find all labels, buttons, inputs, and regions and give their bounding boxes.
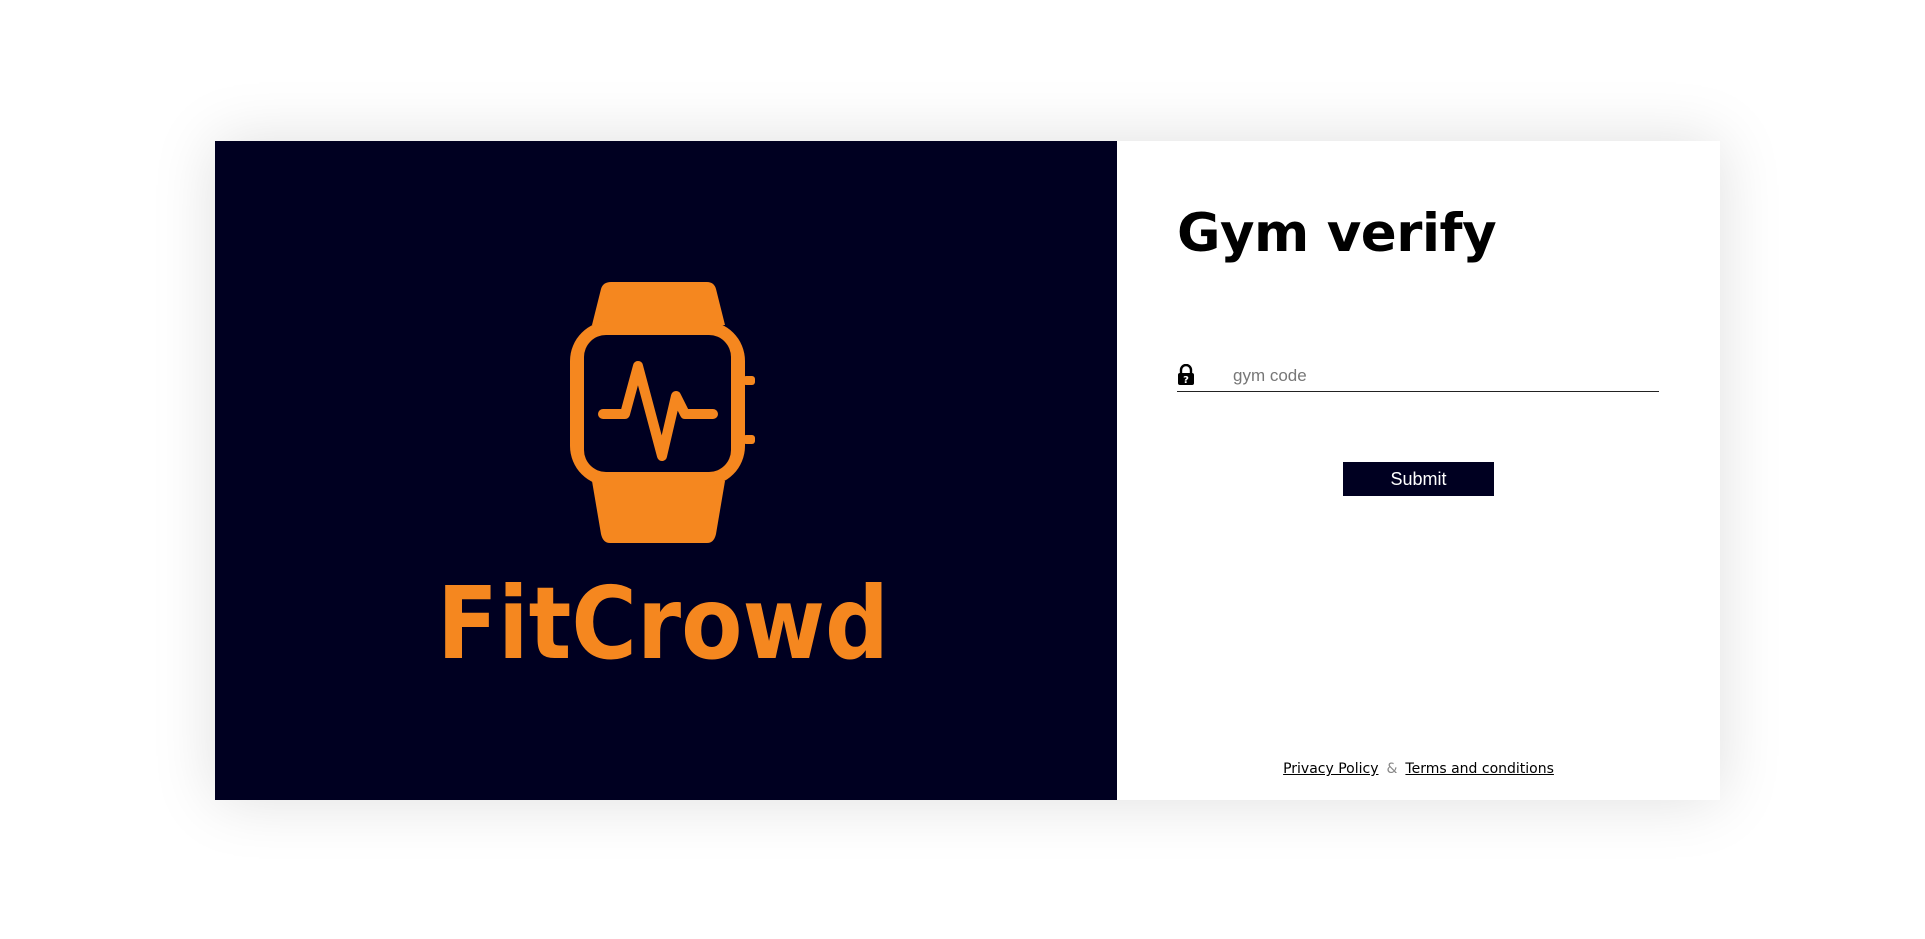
terms-link[interactable]: Terms and conditions — [1405, 761, 1554, 777]
lock-icon: ? — [1177, 363, 1195, 390]
brand-panel: FitCrowd — [215, 141, 1117, 800]
gym-code-input[interactable] — [1233, 363, 1653, 389]
page-title: Gym verify — [1177, 203, 1497, 264]
smartwatch-heartbeat-icon — [570, 282, 755, 543]
svg-text:?: ? — [1183, 375, 1189, 386]
footer-separator: & — [1386, 761, 1398, 777]
submit-button[interactable]: Submit — [1343, 462, 1494, 496]
verify-form-panel: Gym verify ? Submit Privacy Policy&Terms… — [1117, 141, 1720, 800]
footer-links: Privacy Policy & Terms and conditions — [1117, 761, 1720, 777]
brand-logo: FitCrowd — [437, 282, 889, 682]
gym-code-field: ? — [1177, 363, 1659, 392]
login-card: FitCrowd Gym verify ? Submit Privacy Pol… — [215, 141, 1720, 800]
brand-name: FitCrowd — [437, 565, 889, 682]
privacy-policy-link[interactable]: Privacy Policy — [1283, 761, 1378, 777]
